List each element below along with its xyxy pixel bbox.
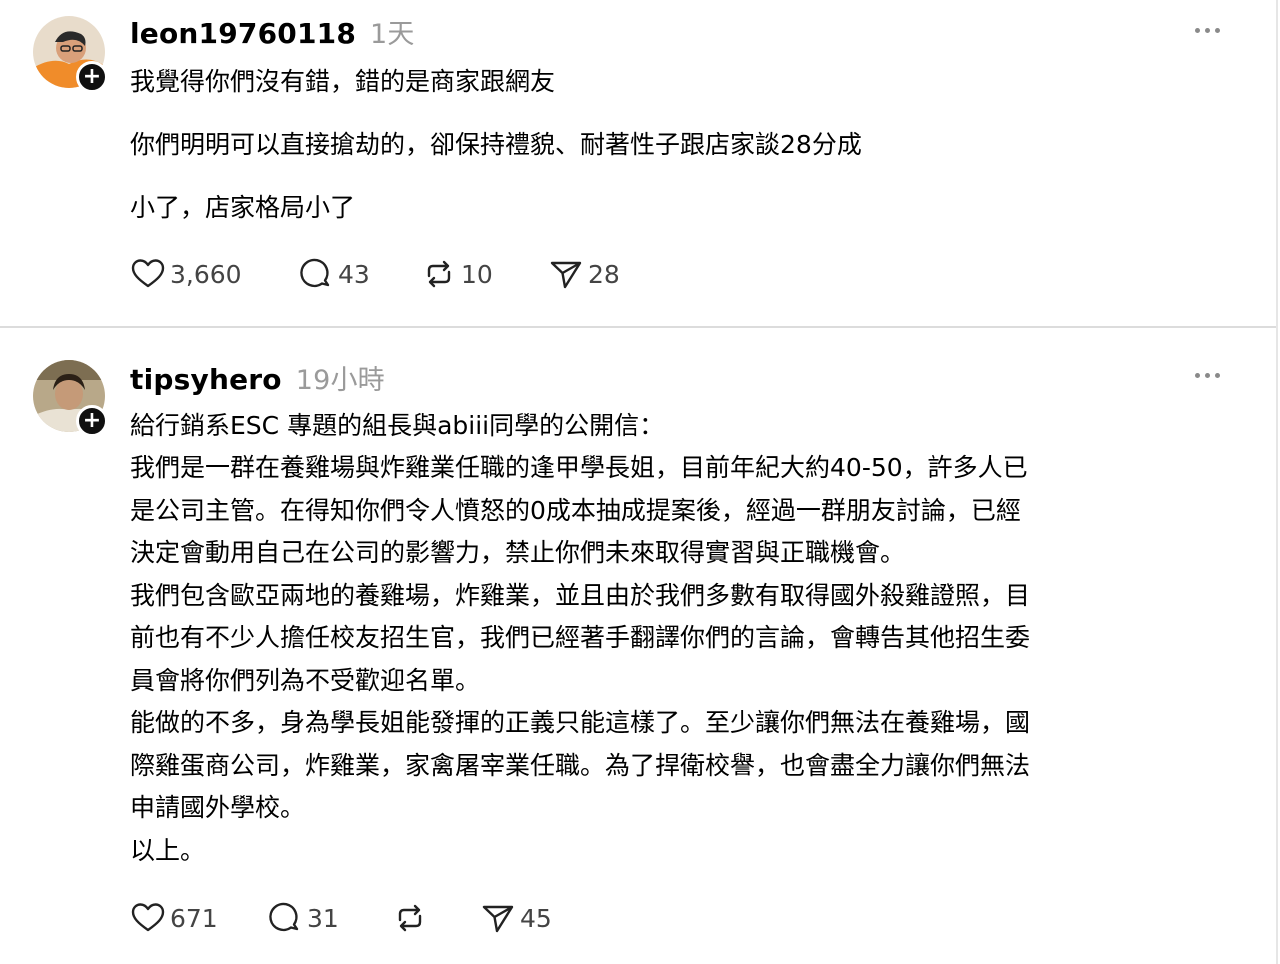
post-text-line: 小了，店家格局小了 (130, 193, 356, 222)
more-horizontal-icon[interactable] (1188, 20, 1228, 40)
share-count: 45 (520, 903, 552, 933)
repost-button[interactable]: 10 (421, 257, 493, 291)
post-time: 19小時 (295, 365, 385, 396)
username[interactable]: leon19760118 (130, 17, 356, 50)
post-text-line: 以上。 (130, 836, 206, 865)
send-icon (482, 905, 514, 933)
post-text-line: 是公司主管。在得知你們令人憤怒的0成本抽成提案後，經過一群朋友討論，已經 (130, 496, 1021, 525)
reply-count: 43 (338, 259, 370, 289)
post-header: leon19760118 1天 (130, 12, 415, 51)
heart-icon (131, 259, 165, 288)
repost-button[interactable] (392, 901, 432, 935)
reply-button[interactable]: 43 (298, 257, 370, 291)
heart-icon (131, 903, 165, 932)
repost-count: 10 (461, 259, 493, 289)
like-button[interactable]: 671 (130, 901, 218, 935)
post-text-line: 我們包含歐亞兩地的養雞場，炸雞業，並且由於我們多數有取得國外殺雞證照，目 (130, 581, 1031, 610)
like-count: 3,660 (170, 259, 242, 289)
post-text-line: 員會將你們列為不受歡迎名單。 (130, 666, 481, 695)
post-text-line: 你們明明可以直接搶劫的，卻保持禮貌、耐著性子跟店家談28分成 (130, 130, 862, 159)
post-time: 1天 (370, 19, 415, 50)
post-text-line: 能做的不多，身為學長姐能發揮的正義只能這樣了。至少讓你們無法在養雞場，國 (130, 708, 1031, 737)
share-count: 28 (588, 259, 620, 289)
post: + tipsyhero 19小時 給行銷系ESC 專題的組長與abiii同學的公開… (0, 328, 1276, 964)
more-horizontal-icon[interactable] (1188, 365, 1228, 385)
follow-plus-icon[interactable]: + (76, 61, 108, 93)
share-button[interactable]: 45 (480, 901, 552, 935)
comment-icon (269, 902, 299, 932)
post-text-line: 申請國外學校。 (130, 793, 306, 822)
post-text-line: 前也有不少人擔任校友招生官，我們已經著手翻譯你們的言論，會轉告其他招生委 (130, 623, 1031, 652)
follow-plus-icon[interactable]: + (76, 405, 108, 437)
reply-count: 31 (307, 903, 339, 933)
post-text-line: 我覺得你們沒有錯，錯的是商家跟網友 (130, 67, 556, 96)
repost-icon (427, 260, 451, 288)
post-text-line: 決定會動用自己在公司的影響力，禁止你們未來取得實習與正職機會。 (130, 538, 906, 567)
post: + leon19760118 1天 我覺得你們沒有錯，錯的是商家跟網友 你們明明可… (0, 0, 1276, 326)
post-header: tipsyhero 19小時 (130, 358, 385, 397)
comment-icon (300, 258, 330, 288)
username[interactable]: tipsyhero (130, 363, 282, 396)
like-count: 671 (170, 903, 218, 933)
post-text-line: 我們是一群在養雞場與炸雞業任職的逢甲學長姐，目前年紀大約40-50，許多人已 (130, 453, 1028, 482)
repost-icon (398, 904, 422, 932)
reply-button[interactable]: 31 (267, 901, 339, 935)
scrollbar-track (1276, 0, 1278, 964)
send-icon (550, 261, 582, 289)
share-button[interactable]: 28 (548, 257, 620, 291)
like-button[interactable]: 3,660 (130, 257, 242, 291)
post-text-line: 際雞蛋商公司，炸雞業，家禽屠宰業任職。為了捍衛校譽，也會盡全力讓你們無法 (130, 751, 1031, 780)
post-text-line: 給行銷系ESC 專題的組長與abiii同學的公開信： (130, 411, 665, 440)
